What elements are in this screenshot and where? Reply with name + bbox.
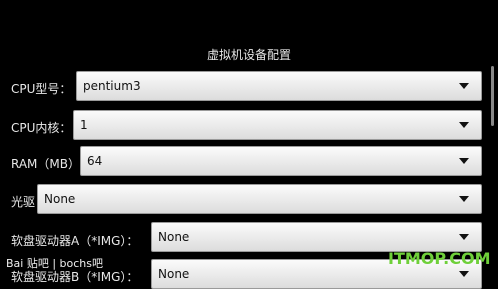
chevron-down-icon xyxy=(459,196,469,202)
chevron-down-icon xyxy=(459,122,469,128)
cpu-cores-value: 1 xyxy=(80,118,88,132)
cpu-cores-label: CPU内核： xyxy=(11,121,72,135)
floppy-a-select[interactable]: None xyxy=(151,222,482,252)
cdrom-select[interactable]: None xyxy=(37,184,482,214)
scrollbar[interactable] xyxy=(491,66,494,126)
floppy-a-value: None xyxy=(158,230,190,244)
ram-value: 64 xyxy=(87,154,103,168)
ram-label: RAM（MB） xyxy=(11,157,81,171)
chevron-down-icon xyxy=(459,83,469,89)
chevron-down-icon xyxy=(459,158,469,164)
chevron-down-icon xyxy=(459,234,469,240)
watermark-left: Bai 贴吧 | bochs吧 xyxy=(6,257,104,270)
dialog-title: 虚拟机设备配置 xyxy=(206,48,291,62)
cdrom-label: 光驱 xyxy=(11,195,36,209)
chevron-down-icon xyxy=(459,271,469,277)
watermark-right: ITMOP.COM xyxy=(388,249,491,268)
cdrom-value: None xyxy=(44,192,76,206)
cpu-model-select[interactable]: pentium3 xyxy=(76,71,482,101)
floppy-b-value: None xyxy=(158,267,190,281)
cpu-cores-select[interactable]: 1 xyxy=(73,110,482,140)
floppy-a-label: 软盘驱动器A（*IMG）： xyxy=(11,234,139,248)
cpu-model-label: CPU型号： xyxy=(11,82,72,96)
ram-select[interactable]: 64 xyxy=(80,146,482,176)
cpu-model-value: pentium3 xyxy=(83,79,141,93)
